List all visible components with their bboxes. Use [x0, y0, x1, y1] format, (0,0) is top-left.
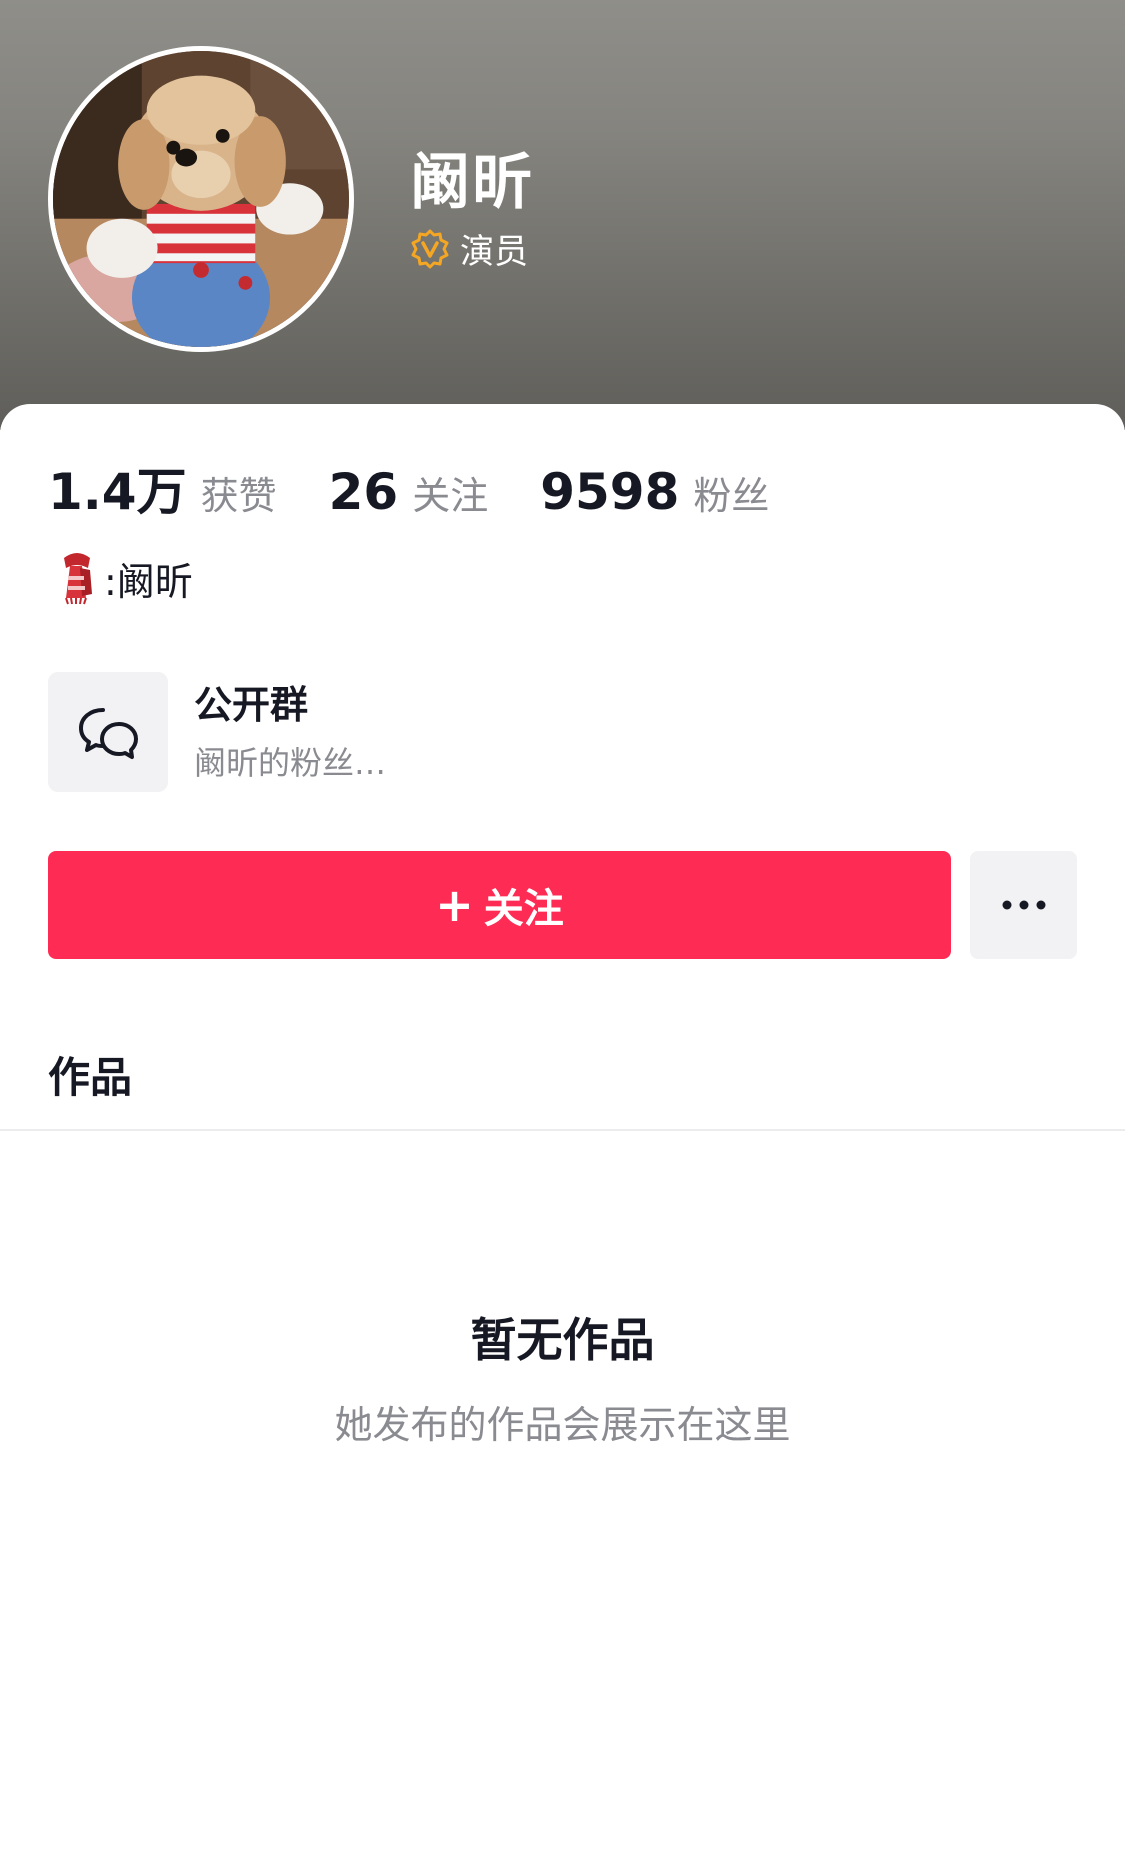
verification-label: 演员: [460, 232, 528, 272]
stat-label: 关注: [412, 474, 489, 518]
verified-badge-icon: [411, 229, 449, 268]
avatar-dog-image: [53, 51, 349, 347]
group-icon-tile: [48, 672, 168, 792]
group-title: 公开群: [194, 683, 309, 727]
group-subtitle: 阚昕的粉丝…: [194, 744, 387, 782]
follow-button[interactable]: + 关注: [48, 851, 951, 959]
plus-icon: +: [435, 878, 474, 932]
stat-label: 粉丝: [693, 474, 770, 518]
stats-row: 1.4万 获赞 26 关注 9598 粉丝: [48, 452, 821, 524]
profile-card: 1.4万 获赞 26 关注 9598 粉丝 :阚昕 公开群 阚昕的粉丝… + 关…: [0, 404, 1125, 1862]
public-group-entry[interactable]: 公开群 阚昕的粉丝…: [48, 672, 386, 792]
profile-name: 阚昕: [410, 148, 534, 218]
stat-value: 26: [328, 463, 399, 521]
stat-likes[interactable]: 1.4万 获赞: [48, 452, 277, 524]
empty-state-subtitle: 她发布的作品会展示在这里: [334, 1403, 791, 1447]
follow-button-label: 关注: [483, 886, 564, 932]
tab-divider: [0, 1129, 1125, 1131]
empty-state-title: 暂无作品: [470, 1313, 655, 1367]
stat-value: 1.4万: [48, 463, 187, 521]
verification-row: 演员: [410, 224, 528, 273]
avatar[interactable]: [48, 46, 354, 352]
scarf-emoji-icon: [64, 553, 92, 605]
bio-text: :阚昕: [104, 559, 193, 604]
stat-label: 获赞: [200, 474, 277, 518]
more-button[interactable]: [970, 851, 1077, 959]
bio: :阚昕: [56, 550, 193, 606]
stat-following[interactable]: 26 关注: [329, 463, 489, 521]
group-text: 公开群 阚昕的粉丝…: [194, 681, 386, 783]
tab-works[interactable]: 作品: [48, 1044, 132, 1105]
chat-bubbles-icon: [79, 708, 138, 759]
more-dots-icon: [1002, 900, 1045, 910]
stat-followers[interactable]: 9598 粉丝: [540, 463, 769, 521]
stat-value: 9598: [540, 463, 680, 521]
